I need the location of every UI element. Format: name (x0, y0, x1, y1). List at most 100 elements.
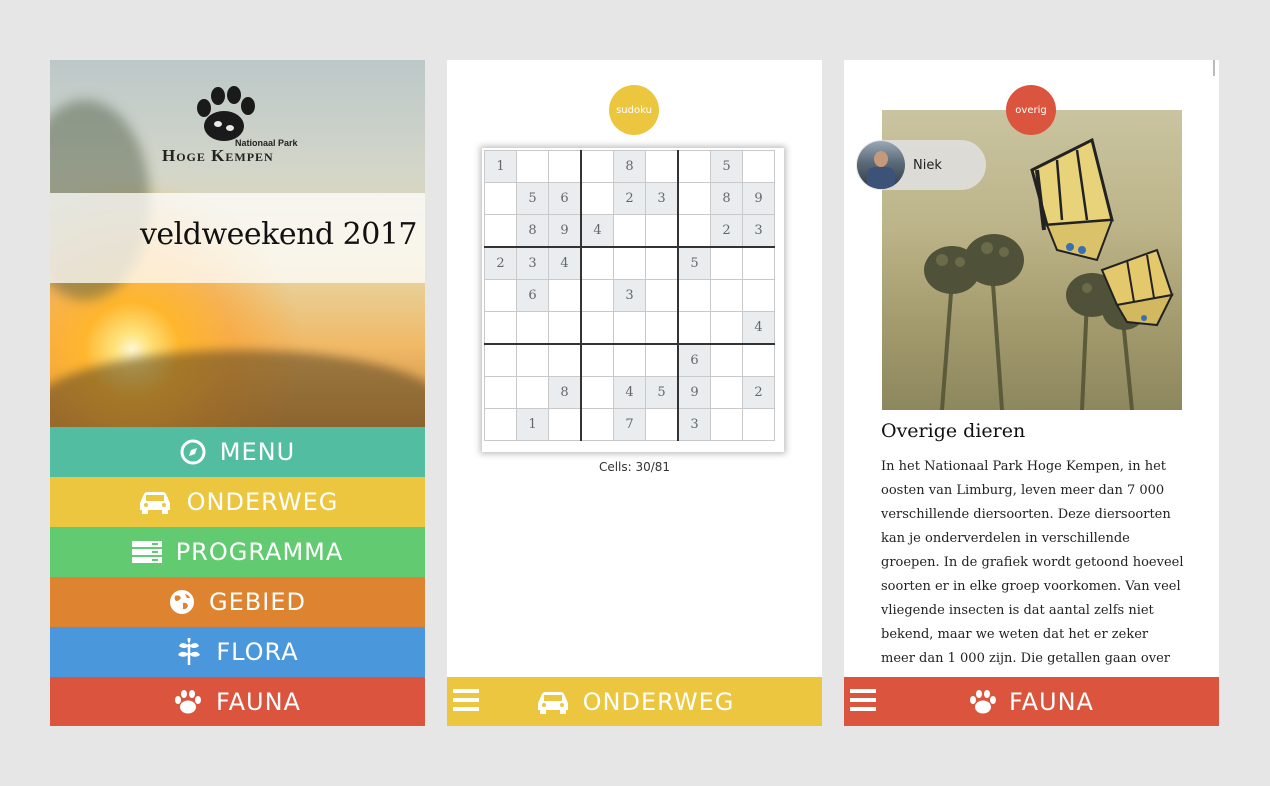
section-label: FAUNA (1009, 687, 1094, 716)
sudoku-cell[interactable] (710, 311, 743, 345)
sudoku-cell[interactable] (742, 343, 775, 377)
sudoku-cell[interactable] (516, 150, 549, 183)
sudoku-cell[interactable] (548, 150, 582, 183)
sudoku-cell[interactable] (742, 150, 775, 183)
sudoku-cell[interactable] (645, 214, 679, 248)
sudoku-cell[interactable]: 9 (742, 182, 775, 215)
hamburger-menu-icon[interactable] (850, 687, 876, 713)
user-chip[interactable]: Niek (856, 140, 986, 190)
sudoku-cell[interactable] (677, 279, 711, 312)
sudoku-cell[interactable] (645, 343, 679, 377)
sudoku-cell[interactable]: 4 (580, 214, 614, 248)
sudoku-cell[interactable] (645, 279, 679, 312)
sudoku-cell[interactable] (580, 408, 614, 441)
sudoku-cell[interactable]: 3 (613, 279, 646, 312)
sudoku-cell[interactable]: 4 (742, 311, 775, 345)
sudoku-cell[interactable]: 8 (613, 150, 646, 183)
sudoku-cell[interactable]: 2 (613, 182, 646, 215)
sudoku-cell[interactable] (548, 408, 582, 441)
sudoku-cell[interactable] (613, 246, 646, 280)
sudoku-cell[interactable]: 1 (516, 408, 549, 441)
sudoku-cell[interactable] (677, 150, 711, 183)
section-button[interactable]: FAUNA (969, 688, 1094, 716)
sudoku-cell[interactable] (580, 150, 614, 183)
sudoku-cell[interactable]: 2 (484, 246, 517, 280)
sudoku-cell[interactable] (613, 214, 646, 248)
sudoku-cell[interactable]: 5 (645, 376, 679, 409)
scrollbar[interactable] (1213, 60, 1215, 76)
hamburger-menu-icon[interactable] (453, 687, 479, 713)
sudoku-cell[interactable] (484, 214, 517, 248)
sudoku-row: 6 (484, 343, 775, 377)
sudoku-cell[interactable] (677, 311, 711, 345)
sudoku-cell[interactable] (645, 311, 679, 345)
sudoku-cell[interactable] (484, 311, 517, 345)
fauna-button[interactable]: FAUNA (50, 677, 425, 726)
sudoku-cell[interactable]: 6 (516, 279, 549, 312)
sudoku-cell[interactable] (484, 408, 517, 441)
car-icon (139, 492, 170, 514)
sudoku-cell[interactable]: 5 (677, 246, 711, 280)
sudoku-cell[interactable] (580, 182, 614, 215)
sudoku-cell[interactable]: 8 (710, 182, 743, 215)
sudoku-cell[interactable] (580, 343, 614, 377)
sudoku-cell[interactable] (516, 311, 549, 345)
sudoku-cell[interactable]: 3 (742, 214, 775, 248)
sudoku-cell[interactable] (742, 279, 775, 312)
sudoku-row: 63 (484, 279, 775, 312)
menu-button[interactable]: MENU (50, 427, 425, 477)
sudoku-cell[interactable] (516, 343, 549, 377)
sudoku-cell[interactable]: 3 (645, 182, 679, 215)
sudoku-cell[interactable] (677, 182, 711, 215)
sudoku-cell[interactable] (484, 343, 517, 377)
body-text: In het Nationaal Park Hoge Kempen, in he… (881, 459, 1184, 666)
sudoku-cell[interactable] (484, 182, 517, 215)
programma-button[interactable]: PROGRAMMA (50, 527, 425, 577)
sudoku-cell[interactable]: 3 (516, 246, 549, 280)
sudoku-cell[interactable] (548, 279, 582, 312)
gebied-button[interactable]: GEBIED (50, 577, 425, 627)
sudoku-cell[interactable] (645, 246, 679, 280)
sudoku-cell[interactable] (580, 246, 614, 280)
sudoku-cell[interactable] (677, 214, 711, 248)
sudoku-cell[interactable] (613, 343, 646, 377)
sudoku-cell[interactable] (580, 279, 614, 312)
sudoku-cell[interactable] (645, 408, 679, 441)
sudoku-cell[interactable]: 7 (613, 408, 646, 441)
sudoku-cell[interactable]: 6 (677, 343, 711, 377)
sudoku-cell[interactable] (742, 246, 775, 280)
sudoku-cell[interactable]: 1 (484, 150, 517, 183)
sudoku-cell[interactable]: 2 (742, 376, 775, 409)
sudoku-cell[interactable]: 4 (548, 246, 582, 280)
sudoku-cell[interactable] (580, 311, 614, 345)
sudoku-cell[interactable] (548, 343, 582, 377)
sudoku-cell[interactable]: 5 (516, 182, 549, 215)
sudoku-cell[interactable]: 5 (710, 150, 743, 183)
sudoku-cell[interactable]: 8 (548, 376, 582, 409)
sudoku-cell[interactable] (710, 279, 743, 312)
sudoku-cell[interactable] (548, 311, 582, 345)
sudoku-row: 562389 (484, 182, 775, 215)
sudoku-cell[interactable] (710, 343, 743, 377)
sudoku-cell[interactable]: 9 (677, 376, 711, 409)
sudoku-cell[interactable] (613, 311, 646, 345)
sudoku-cell[interactable] (516, 376, 549, 409)
flora-button[interactable]: FLORA (50, 627, 425, 677)
sudoku-cell[interactable] (645, 150, 679, 183)
sudoku-cell[interactable] (710, 246, 743, 280)
sudoku-row: 234 5 (484, 246, 775, 280)
sudoku-cell[interactable]: 8 (516, 214, 549, 248)
sudoku-cell[interactable]: 4 (613, 376, 646, 409)
sudoku-cell[interactable] (742, 408, 775, 441)
sudoku-cell[interactable]: 2 (710, 214, 743, 248)
sudoku-cell[interactable]: 9 (548, 214, 582, 248)
sudoku-cell[interactable]: 6 (548, 182, 582, 215)
sudoku-cell[interactable] (484, 279, 517, 312)
section-button[interactable]: ONDERWEG (535, 688, 735, 716)
sudoku-cell[interactable] (710, 408, 743, 441)
sudoku-cell[interactable]: 3 (677, 408, 711, 441)
sudoku-cell[interactable] (484, 376, 517, 409)
sudoku-cell[interactable] (710, 376, 743, 409)
onderweg-button[interactable]: ONDERWEG (50, 477, 425, 527)
sudoku-cell[interactable] (580, 376, 614, 409)
